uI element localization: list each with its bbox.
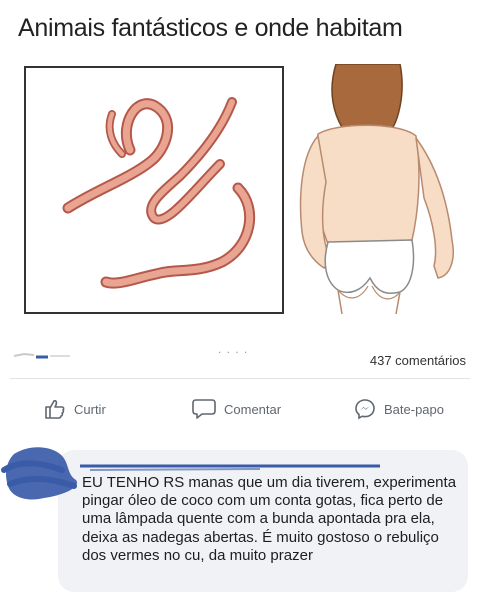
meme-image (18, 60, 460, 318)
reaction-icons (14, 352, 70, 359)
thumbs-up-icon (45, 399, 65, 419)
speech-bubble-icon (192, 399, 216, 419)
post-title: Animais fantásticos e onde habitam (18, 14, 403, 42)
comment-count[interactable]: 437 comentários (370, 353, 466, 368)
post-stats: . . . . 437 comentários (0, 340, 480, 370)
comment-bubble[interactable]: EU TENHO RS manas que um dia tiverem, ex… (58, 450, 468, 592)
hidden-reaction-count: . . . . (218, 342, 249, 356)
chat-button[interactable]: Bate-papo (354, 398, 444, 420)
like-button[interactable]: Curtir (44, 398, 106, 420)
messenger-icon (355, 399, 375, 420)
post-actions: Curtir Comentar Bate-papo (0, 396, 480, 426)
divider (10, 378, 470, 379)
scribbled-commenter-name (80, 464, 380, 471)
like-label: Curtir (74, 401, 106, 417)
comment-label: Comentar (224, 401, 282, 417)
scribbled-avatar (1, 447, 78, 500)
comment-button[interactable]: Comentar (192, 398, 281, 420)
comment-text: EU TENHO RS manas que um dia tiverem, ex… (82, 474, 457, 564)
worms-illustration (24, 66, 284, 314)
comment: EU TENHO RS manas que um dia tiverem, ex… (0, 440, 480, 600)
chat-label: Bate-papo (384, 401, 444, 417)
person-illustration (288, 64, 460, 314)
